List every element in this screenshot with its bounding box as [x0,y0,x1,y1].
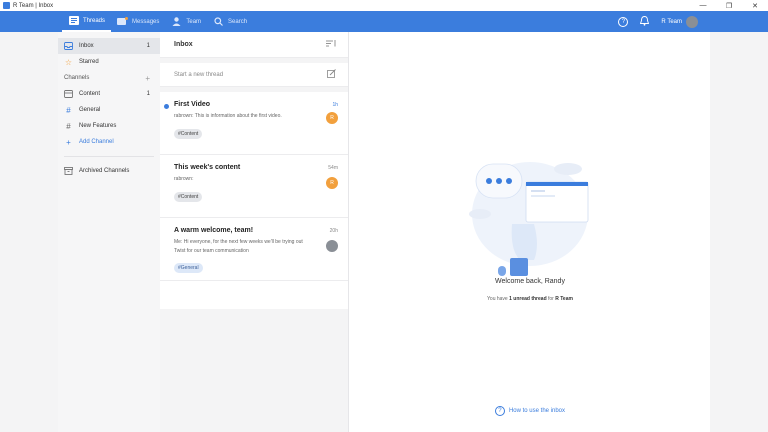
inbox-column: Inbox Start a new thread First Video 1h … [160,32,349,432]
thread-item-first-video[interactable]: First Video 1h rabrown: This is informat… [160,92,348,155]
window-controls: — ❐ ✕ [690,0,768,11]
sidebar-item-label: Content [79,91,101,97]
sidebar-item-label: Archived Channels [79,168,130,174]
help-icon[interactable]: ? [618,16,629,27]
user-avatar[interactable] [686,15,698,28]
nav-right-controls: ? R Team [618,11,698,32]
right-gutter [710,32,768,432]
team-icon [171,17,182,26]
sidebar-divider [64,156,154,157]
author-avatar [326,240,338,252]
star-icon: ☆ [64,57,73,67]
sidebar-item-label: New Features [79,123,117,129]
thread-snippet: rabrown: [174,176,194,182]
author-avatar: R [326,177,338,189]
plus-icon: + [66,137,71,147]
org-name[interactable]: R Team [661,19,682,25]
thread-item-warm-welcome[interactable]: A warm welcome, team! 20h Me: Hi everyon… [160,218,348,281]
inbox-icon [64,42,73,51]
sidebar-item-label: General [79,107,101,113]
main-panel: Welcome back, Randy You have 1 unread th… [350,32,710,432]
left-gutter [0,32,58,432]
minimize-button[interactable]: — [690,0,716,11]
hash-icon: # [66,121,71,131]
sidebar: Inbox 1 ☆ Starred Channels + Content 1 #… [58,32,160,432]
thread-title: First Video [174,101,211,108]
nav-tab-messages[interactable]: Messages [111,11,165,32]
add-channel-plus-icon[interactable]: + [145,74,150,83]
thread-time: 20h [329,228,338,234]
search-icon [213,17,224,26]
archive-icon [64,167,73,176]
messages-icon [117,17,129,26]
window-title: R Team | Inbox [13,2,54,9]
channels-header: Channels + [64,73,150,83]
nav-tab-threads[interactable]: Threads [62,11,112,32]
new-thread-placeholder: Start a new thread [174,71,224,78]
sidebar-item-archived[interactable]: Archived Channels [58,163,160,179]
app-nav-bar: Threads Messages Team Search ? R Team [0,11,768,32]
notification-bell-icon[interactable] [640,15,650,28]
thread-snippet: Me: Hi everyone, for the next few weeks … [174,239,303,254]
sidebar-item-inbox[interactable]: Inbox 1 [58,38,160,54]
nav-tab-team[interactable]: Team [165,11,207,32]
channel-folder-icon [64,90,73,99]
add-channel-link[interactable]: + Add Channel [58,134,160,150]
hash-icon: # [66,105,71,115]
sidebar-item-label: Starred [79,59,99,65]
unread-summary: You have 1 unread thread for R Team [487,296,573,302]
inbox-header: Inbox [160,32,348,58]
nav-tab-search[interactable]: Search [207,11,253,32]
inbox-title: Inbox [174,41,193,48]
sidebar-item-label: Inbox [79,43,94,49]
channel-tag[interactable]: #Content [174,192,203,202]
thread-time: 54m [328,165,338,171]
unread-dot [164,104,169,109]
thread-title: A warm welcome, team! [174,227,254,234]
thread-item-weekly-content[interactable]: This week's content 54m rabrown: R #Cont… [160,155,348,218]
content-count-badge: 1 [146,91,150,97]
sidebar-item-content[interactable]: Content 1 [58,86,160,102]
thread-snippet: rabrown: This is information about the f… [174,113,282,119]
channel-tag[interactable]: #Content [174,129,203,139]
sidebar-item-starred[interactable]: ☆ Starred [58,54,160,70]
new-thread-input[interactable]: Start a new thread [160,63,348,87]
inbox-count-badge: 1 [146,43,150,49]
sidebar-item-general[interactable]: # General [58,102,160,118]
restore-button[interactable]: ❐ [716,0,742,11]
thread-title: This week's content [174,164,241,171]
how-to-use-inbox-link[interactable]: ? How to use the inbox [350,406,710,416]
welcome-heading: Welcome back, Randy [495,278,565,285]
window-title-bar: R Team | Inbox — ❐ ✕ [0,0,768,11]
compose-icon[interactable] [327,69,336,80]
sidebar-item-new-features[interactable]: # New Features [58,118,160,134]
question-icon: ? [494,406,505,416]
inbox-empty-space [160,309,348,432]
welcome-illustration-icon [469,162,589,276]
thread-time: 1h [332,102,338,108]
app-logo-icon [3,2,10,9]
author-avatar: R [326,112,338,124]
sidebar-item-label: Add Channel [79,139,114,145]
channel-tag[interactable]: #General [174,263,203,273]
sort-icon[interactable] [326,40,336,49]
close-button[interactable]: ✕ [742,0,768,11]
threads-icon [68,16,79,25]
